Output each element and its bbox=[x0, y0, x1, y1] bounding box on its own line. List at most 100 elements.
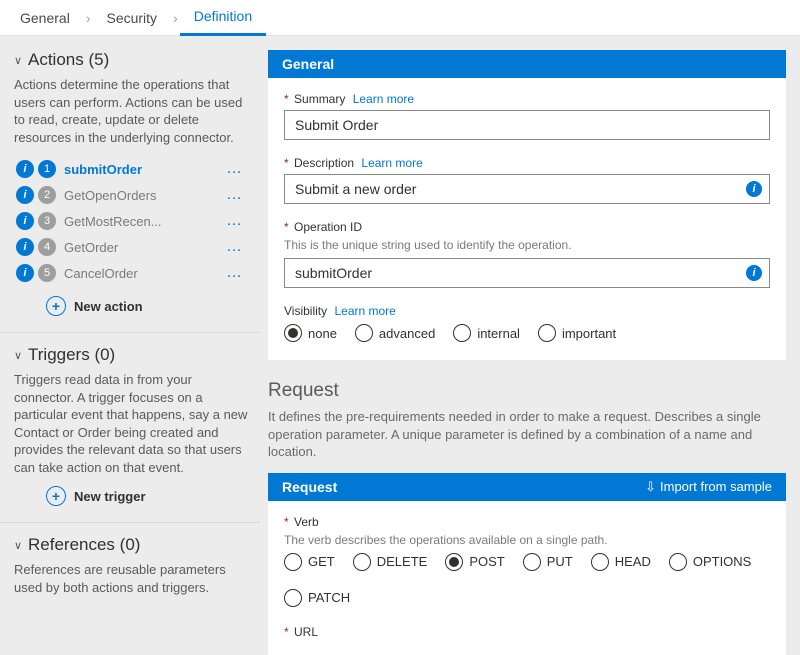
info-icon: i bbox=[16, 160, 34, 178]
new-action-button[interactable]: + New action bbox=[46, 296, 248, 316]
verb-patch[interactable]: PATCH bbox=[284, 589, 350, 607]
info-icon: i bbox=[16, 264, 34, 282]
item-label: submitOrder bbox=[64, 162, 224, 177]
more-icon[interactable]: … bbox=[224, 186, 246, 204]
required-star: * bbox=[284, 625, 289, 639]
request-intro-text: It defines the pre-requirements needed i… bbox=[268, 408, 786, 461]
visibility-radio-group: none advanced internal important bbox=[284, 324, 770, 342]
request-panel: Request ⇩ Import from sample * Verb The … bbox=[268, 473, 786, 655]
plus-icon: + bbox=[46, 486, 66, 506]
required-star: * bbox=[284, 92, 289, 106]
item-number-badge: 4 bbox=[38, 238, 56, 256]
sidebar: ∨ Actions (5) Actions determine the oper… bbox=[0, 36, 260, 655]
visibility-important[interactable]: important bbox=[538, 324, 616, 342]
visibility-internal[interactable]: internal bbox=[453, 324, 520, 342]
tab-security[interactable]: Security bbox=[92, 0, 171, 36]
verb-put[interactable]: PUT bbox=[523, 553, 573, 571]
action-item-getopenorders[interactable]: i 2 GetOpenOrders … bbox=[14, 182, 248, 208]
learn-more-link[interactable]: Learn more bbox=[361, 156, 422, 170]
chevron-right-icon: › bbox=[171, 10, 180, 26]
action-item-getmostrecent[interactable]: i 3 GetMostRecen... … bbox=[14, 208, 248, 234]
request-panel-header: Request ⇩ Import from sample bbox=[268, 473, 786, 501]
operation-id-label: * Operation ID bbox=[284, 220, 770, 234]
verb-get[interactable]: GET bbox=[284, 553, 335, 571]
breadcrumb-tabs: General › Security › Definition bbox=[0, 0, 800, 36]
verb-head[interactable]: HEAD bbox=[591, 553, 651, 571]
download-icon: ⇩ bbox=[645, 479, 656, 495]
more-icon[interactable]: … bbox=[224, 264, 246, 282]
info-icon: i bbox=[16, 186, 34, 204]
required-star: * bbox=[284, 220, 289, 234]
verb-post[interactable]: POST bbox=[445, 553, 504, 571]
chevron-right-icon: › bbox=[84, 10, 93, 26]
sidebar-references-desc: References are reusable parameters used … bbox=[14, 561, 248, 596]
operation-id-input[interactable] bbox=[284, 258, 770, 288]
visibility-none[interactable]: none bbox=[284, 324, 337, 342]
item-number-badge: 2 bbox=[38, 186, 56, 204]
item-label: GetOrder bbox=[64, 240, 224, 255]
learn-more-link[interactable]: Learn more bbox=[334, 304, 395, 318]
sidebar-actions-header[interactable]: ∨ Actions (5) bbox=[14, 50, 248, 70]
new-action-label: New action bbox=[74, 299, 143, 314]
actions-list: i 1 submitOrder … i 2 GetOpenOrders … i … bbox=[14, 156, 248, 286]
verb-radio-group: GET DELETE POST PUT HEAD OPTIO bbox=[284, 553, 770, 607]
visibility-label: Visibility Learn more bbox=[284, 304, 770, 318]
action-item-cancelorder[interactable]: i 5 CancelOrder … bbox=[14, 260, 248, 286]
info-icon: i bbox=[16, 212, 34, 230]
sidebar-actions-desc: Actions determine the operations that us… bbox=[14, 76, 248, 146]
item-label: GetOpenOrders bbox=[64, 188, 224, 203]
item-label: GetMostRecen... bbox=[64, 214, 224, 229]
panel-title: General bbox=[282, 56, 334, 72]
required-star: * bbox=[284, 156, 289, 170]
action-item-getorder[interactable]: i 4 GetOrder … bbox=[14, 234, 248, 260]
new-trigger-label: New trigger bbox=[74, 489, 146, 504]
verb-options[interactable]: OPTIONS bbox=[669, 553, 752, 571]
panel-title: Request bbox=[282, 479, 337, 495]
divider bbox=[0, 332, 260, 333]
general-panel-header: General bbox=[268, 50, 786, 78]
general-panel: General * Summary Learn more * Descripti… bbox=[268, 50, 786, 360]
required-star: * bbox=[284, 515, 289, 529]
request-panel-body: * Verb The verb describes the operations… bbox=[268, 501, 786, 655]
import-from-sample-button[interactable]: ⇩ Import from sample bbox=[645, 479, 772, 495]
new-trigger-button[interactable]: + New trigger bbox=[46, 486, 248, 506]
sidebar-triggers-title: Triggers (0) bbox=[28, 345, 115, 365]
plus-icon: + bbox=[46, 296, 66, 316]
request-intro: Request It defines the pre-requirements … bbox=[268, 380, 786, 461]
more-icon[interactable]: … bbox=[224, 238, 246, 256]
url-label: * URL bbox=[284, 625, 770, 639]
description-label: * Description Learn more bbox=[284, 156, 770, 170]
info-icon[interactable]: i bbox=[746, 181, 762, 197]
more-icon[interactable]: … bbox=[224, 212, 246, 230]
general-panel-body: * Summary Learn more * Description Learn… bbox=[268, 78, 786, 360]
description-input[interactable] bbox=[284, 174, 770, 204]
divider bbox=[0, 522, 260, 523]
chevron-down-icon: ∨ bbox=[14, 539, 24, 552]
summary-input[interactable] bbox=[284, 110, 770, 140]
info-icon[interactable]: i bbox=[746, 265, 762, 281]
info-icon: i bbox=[16, 238, 34, 256]
sidebar-triggers-desc: Triggers read data in from your connecto… bbox=[14, 371, 248, 476]
item-number-badge: 3 bbox=[38, 212, 56, 230]
item-number-badge: 5 bbox=[38, 264, 56, 282]
sidebar-references-header[interactable]: ∨ References (0) bbox=[14, 535, 248, 555]
content-area: General * Summary Learn more * Descripti… bbox=[260, 36, 800, 655]
sidebar-triggers-header[interactable]: ∨ Triggers (0) bbox=[14, 345, 248, 365]
chevron-down-icon: ∨ bbox=[14, 54, 24, 67]
chevron-down-icon: ∨ bbox=[14, 349, 24, 362]
more-icon[interactable]: … bbox=[224, 160, 246, 178]
operation-id-desc: This is the unique string used to identi… bbox=[284, 238, 770, 252]
learn-more-link[interactable]: Learn more bbox=[353, 92, 414, 106]
tab-general[interactable]: General bbox=[6, 0, 84, 36]
item-label: CancelOrder bbox=[64, 266, 224, 281]
sidebar-actions-title: Actions (5) bbox=[28, 50, 109, 70]
verb-label: * Verb bbox=[284, 515, 770, 529]
action-item-submitorder[interactable]: i 1 submitOrder … bbox=[14, 156, 248, 182]
request-heading: Request bbox=[268, 380, 786, 402]
visibility-advanced[interactable]: advanced bbox=[355, 324, 435, 342]
sidebar-references-title: References (0) bbox=[28, 535, 140, 555]
item-number-badge: 1 bbox=[38, 160, 56, 178]
verb-delete[interactable]: DELETE bbox=[353, 553, 428, 571]
tab-definition[interactable]: Definition bbox=[180, 0, 266, 36]
verb-desc: The verb describes the operations availa… bbox=[284, 533, 770, 547]
